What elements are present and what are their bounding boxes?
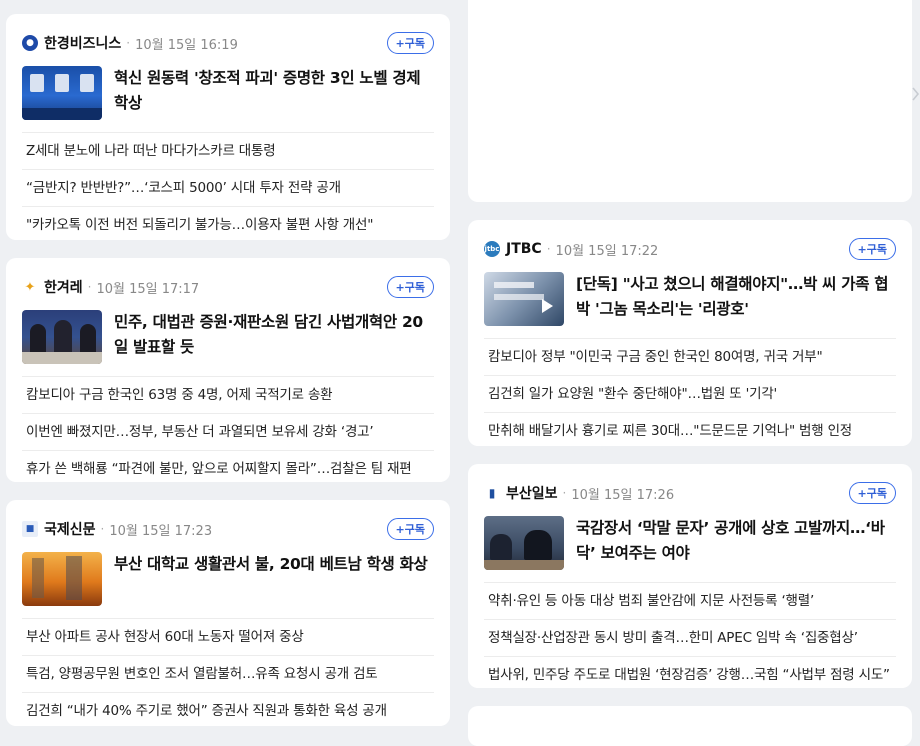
headline-link[interactable]: 부산 대학교 생활관서 불, 20대 베트남 학생 화상 [22,552,434,608]
headline-title[interactable]: 혁신 원동력 '창조적 파괴' 증명한 3인 노벨 경제학상 [114,66,434,122]
related-news-list: Z세대 분노에 나라 떠난 마다가스카르 대통령 “금반지? 반반반?”…‘코스… [22,132,434,243]
list-item[interactable]: "카카오톡 이전 버전 되돌리기 불가능…이용자 불편 사항 개선" [22,206,434,243]
related-news-list: 부산 아파트 공사 현장서 60대 노동자 떨어져 중상 특검, 양평공무원 변… [22,618,434,729]
list-item[interactable]: Z세대 분노에 나라 떠난 마다가스카르 대통령 [22,132,434,169]
list-item[interactable]: 부산 아파트 공사 현장서 60대 노동자 떨어져 중상 [22,618,434,655]
headline-title[interactable]: 부산 대학교 생활관서 불, 20대 베트남 학생 화상 [114,552,428,608]
news-card-jtbc: jtbc JTBC · 10월 15일 17:22 +구독 [단독] "사고 쳤… [468,220,912,446]
headline-link[interactable]: 민주, 대법관 증원·재판소원 담긴 사법개혁안 20일 발표할 듯 [22,310,434,366]
subscribe-button[interactable]: +구독 [848,238,896,260]
list-item[interactable]: 김건희 일가 요양원 "환수 중단해야"…법원 또 '기각' [484,375,896,412]
press-logo[interactable]: ■ [22,521,38,537]
subscribe-button[interactable]: +구독 [386,518,434,540]
chevron-right-icon[interactable] [912,86,920,102]
news-card-kookje: ■ 국제신문 · 10월 15일 17:23 +구독 부산 대학교 생활관서 불… [6,500,450,726]
press-name[interactable]: 한겨레 [44,277,83,297]
news-card-partial [468,706,912,746]
publish-time: 10월 15일 17:26 [571,487,675,503]
headline-thumbnail[interactable] [22,310,102,364]
card-header: ● 한경비즈니스 · 10월 15일 16:19 +구독 [22,32,434,54]
card-header: ✦ 한겨레 · 10월 15일 17:17 +구독 [22,276,434,298]
publish-time: 10월 15일 17:23 [109,523,213,539]
headline-title[interactable]: [단독] "사고 쳤으니 해결해야지"…박 씨 가족 협박 '그놈 목소리'는 … [576,272,896,328]
related-news-list: 약취·유인 등 아동 대상 범죄 불안감에 지문 사전등록 ‘행렬’ 정책실장·… [484,582,896,693]
list-item[interactable]: 정책실장·산업장관 동시 방미 출격…한미 APEC 임박 속 ‘집중협상’ [484,619,896,656]
press-logo[interactable]: ● [22,35,38,51]
press-name[interactable]: 한경비즈니스 [44,33,121,53]
publish-time: 10월 15일 16:19 [135,37,238,53]
press-name[interactable]: JTBC [506,241,542,257]
related-news-list: 캄보디아 구금 한국인 63명 중 4명, 어제 국적기로 송환 이번엔 빠졌지… [22,376,434,487]
headline-thumbnail[interactable] [22,66,102,120]
headline-title[interactable]: 민주, 대법관 증원·재판소원 담긴 사법개혁안 20일 발표할 듯 [114,310,434,366]
related-news-list: 캄보디아 정부 "이민국 구금 중인 한국인 80여명, 귀국 거부" 김건희 … [484,338,896,449]
ad-placeholder-card [468,0,912,202]
news-card-hankyung-business: ● 한경비즈니스 · 10월 15일 16:19 +구독 혁신 원동력 '창조적… [6,14,450,240]
subscribe-button[interactable]: +구독 [386,32,434,54]
headline-title[interactable]: 국감장서 ‘막말 문자’ 공개에 상호 고발까지…‘바닥’ 보여주는 여야 [576,516,896,572]
headline-link[interactable]: 국감장서 ‘막말 문자’ 공개에 상호 고발까지…‘바닥’ 보여주는 여야 [484,516,896,572]
headline-thumbnail[interactable] [484,272,564,326]
press-logo[interactable]: jtbc [484,241,500,257]
press-logo[interactable]: ✦ [22,279,38,295]
list-item[interactable]: 이번엔 빠졌지만…정부, 부동산 더 과열되면 보유세 강화 ‘경고’ [22,413,434,450]
headline-link[interactable]: [단독] "사고 쳤으니 해결해야지"…박 씨 가족 협박 '그놈 목소리'는 … [484,272,896,328]
list-item[interactable]: 김건희 “내가 40% 주기로 했어” 증권사 직원과 통화한 육성 공개 [22,692,434,729]
subscribe-button[interactable]: +구독 [386,276,434,298]
list-item[interactable]: 약취·유인 등 아동 대상 범죄 불안감에 지문 사전등록 ‘행렬’ [484,582,896,619]
headline-link[interactable]: 혁신 원동력 '창조적 파괴' 증명한 3인 노벨 경제학상 [22,66,434,122]
card-header: jtbc JTBC · 10월 15일 17:22 +구독 [484,238,896,260]
press-name[interactable]: 국제신문 [44,519,96,539]
news-card-hankyoreh: ✦ 한겨레 · 10월 15일 17:17 +구독 민주, 대법관 증원·재판소… [6,258,450,482]
press-name[interactable]: 부산일보 [506,483,558,503]
headline-thumbnail[interactable] [484,516,564,570]
list-item[interactable]: 캄보디아 구금 한국인 63명 중 4명, 어제 국적기로 송환 [22,376,434,413]
card-header: ▮ 부산일보 · 10월 15일 17:26 +구독 [484,482,896,504]
headline-thumbnail[interactable] [22,552,102,606]
list-item[interactable]: 특검, 양평공무원 변호인 조서 열람불허…유족 요청시 공개 검토 [22,655,434,692]
list-item[interactable]: 캄보디아 정부 "이민국 구금 중인 한국인 80여명, 귀국 거부" [484,338,896,375]
list-item[interactable]: 법사위, 민주당 주도로 대법원 ‘현장검증’ 강행…국힘 “사법부 점령 시도… [484,656,896,693]
subscribe-button[interactable]: +구독 [848,482,896,504]
news-card-busan-ilbo: ▮ 부산일보 · 10월 15일 17:26 +구독 국감장서 ‘막말 문자’ … [468,464,912,688]
play-icon[interactable] [542,299,553,313]
list-item[interactable]: 만취해 배달기사 흉기로 찌른 30대…"드문드문 기억나" 범행 인정 [484,412,896,449]
press-logo[interactable]: ▮ [484,485,500,501]
card-header: ■ 국제신문 · 10월 15일 17:23 +구독 [22,518,434,540]
publish-time: 10월 15일 17:17 [96,281,200,297]
list-item[interactable]: 휴가 쓴 백해룡 “파견에 불만, 앞으로 어찌할지 몰라”…검찰은 팀 재편 [22,450,434,487]
publish-time: 10월 15일 17:22 [555,243,659,259]
list-item[interactable]: “금반지? 반반반?”…‘코스피 5000’ 시대 투자 전략 공개 [22,169,434,206]
